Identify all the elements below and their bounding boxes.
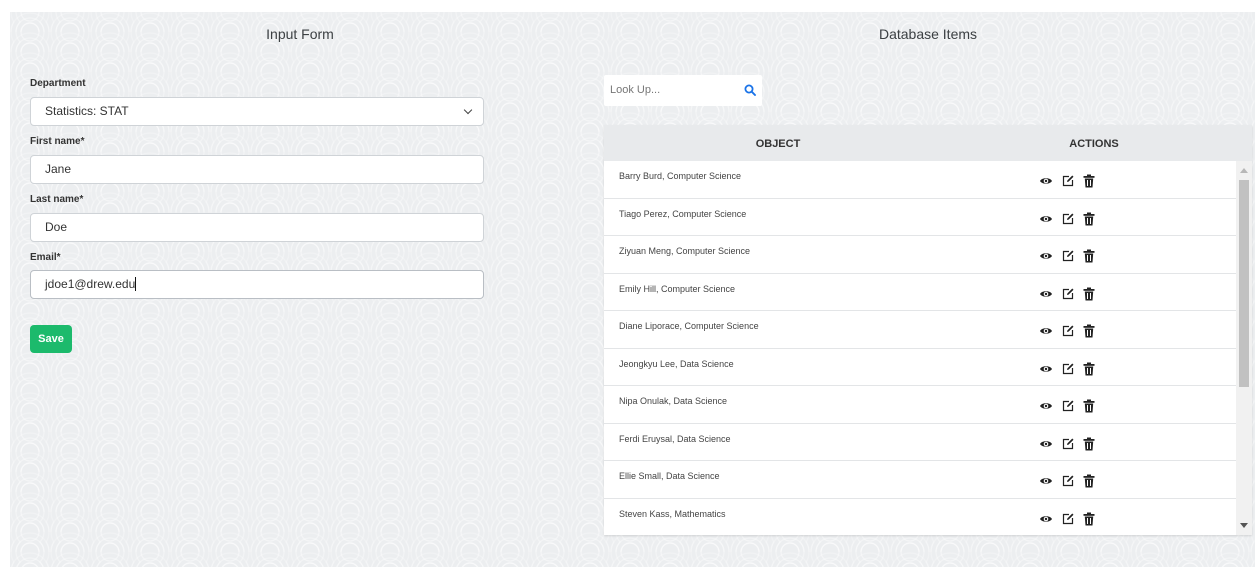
table-row: Ferdi Eruysal, Data Science — [604, 424, 1236, 461]
object-cell: Ellie Small, Data Science — [619, 471, 720, 481]
search-icon[interactable] — [744, 84, 756, 96]
email-label: Email* — [30, 252, 61, 263]
scroll-down-arrow-icon[interactable] — [1240, 523, 1248, 528]
last-name-field[interactable]: Doe — [30, 213, 484, 242]
search-placeholder: Look Up... — [610, 84, 661, 96]
eye-icon[interactable] — [1039, 362, 1053, 376]
chevron-down-icon — [463, 105, 473, 115]
object-cell: Diane Liporace, Computer Science — [619, 321, 759, 331]
table-row: Ziyuan Meng, Computer Science — [604, 236, 1236, 274]
last-name-value: Doe — [45, 220, 68, 234]
table-header: OBJECT ACTIONS — [604, 125, 1252, 161]
eye-icon[interactable] — [1039, 174, 1053, 188]
object-cell: Steven Kass, Mathematics — [619, 508, 726, 519]
save-button[interactable]: Save — [30, 325, 72, 353]
edit-icon[interactable] — [1061, 287, 1075, 301]
edit-icon[interactable] — [1061, 474, 1075, 488]
eye-icon[interactable] — [1039, 512, 1053, 526]
database-table: OBJECT ACTIONS Barry Burd, Computer Scie… — [604, 125, 1252, 535]
eye-icon[interactable] — [1039, 249, 1053, 263]
eye-icon[interactable] — [1039, 324, 1053, 338]
trash-icon[interactable] — [1083, 437, 1095, 451]
first-name-value: Jane — [45, 162, 72, 176]
actions-column-header: ACTIONS — [1069, 138, 1119, 150]
edit-icon[interactable] — [1061, 212, 1075, 226]
table-row: Barry Burd, Computer Science — [604, 161, 1236, 199]
table-row: Diane Liporace, Computer Science — [604, 311, 1236, 349]
edit-icon[interactable] — [1061, 174, 1075, 188]
first-name-field[interactable]: Jane — [30, 155, 484, 184]
trash-icon[interactable] — [1083, 174, 1095, 188]
email-value: jdoe1@drew.edu — [45, 277, 136, 291]
edit-icon[interactable] — [1061, 437, 1075, 451]
table-body: Barry Burd, Computer Science Tiago Perez,… — [604, 161, 1236, 535]
trash-icon[interactable] — [1083, 474, 1095, 488]
edit-icon[interactable] — [1061, 362, 1075, 376]
scroll-up-arrow-icon[interactable] — [1240, 168, 1248, 173]
trash-icon[interactable] — [1083, 399, 1095, 413]
edit-icon[interactable] — [1061, 249, 1075, 263]
trash-icon[interactable] — [1083, 212, 1095, 226]
eye-icon[interactable] — [1039, 212, 1053, 226]
edit-icon[interactable] — [1061, 324, 1075, 338]
department-label: Department — [30, 78, 86, 89]
object-cell: Tiago Perez, Computer Science — [619, 208, 747, 219]
object-column-header: OBJECT — [755, 138, 801, 150]
email-field[interactable]: jdoe1@drew.edu — [30, 270, 484, 299]
text-caret — [135, 277, 137, 291]
object-cell: Emily Hill, Computer Science — [619, 283, 736, 294]
object-cell: Ziyuan Meng, Computer Science — [619, 246, 751, 256]
database-items-heading: Database Items — [878, 26, 978, 42]
table-row: Emily Hill, Computer Science — [604, 274, 1236, 311]
table-row: Ellie Small, Data Science — [604, 461, 1236, 499]
search-input[interactable]: Look Up... — [604, 75, 762, 106]
table-row: Jeongkyu Lee, Data Science — [604, 349, 1236, 386]
object-cell: Barry Burd, Computer Science — [619, 171, 742, 181]
edit-icon[interactable] — [1061, 399, 1075, 413]
input-form-heading: Input Form — [266, 26, 334, 42]
eye-icon[interactable] — [1039, 287, 1053, 301]
trash-icon[interactable] — [1083, 512, 1095, 526]
first-name-label: First name* — [30, 136, 85, 147]
object-cell: Jeongkyu Lee, Data Science — [619, 358, 734, 369]
table-row: Steven Kass, Mathematics — [604, 499, 1236, 536]
last-name-label: Last name* — [30, 194, 84, 205]
trash-icon[interactable] — [1083, 249, 1095, 263]
trash-icon[interactable] — [1083, 324, 1095, 338]
object-cell: Ferdi Eruysal, Data Science — [619, 433, 731, 444]
eye-icon[interactable] — [1039, 437, 1053, 451]
trash-icon[interactable] — [1083, 287, 1095, 301]
department-select[interactable]: Statistics: STAT — [30, 97, 484, 126]
table-row: Tiago Perez, Computer Science — [604, 199, 1236, 236]
table-row: Nipa Onulak, Data Science — [604, 386, 1236, 424]
object-cell: Nipa Onulak, Data Science — [619, 396, 728, 406]
scrollbar-thumb[interactable] — [1239, 180, 1249, 387]
trash-icon[interactable] — [1083, 362, 1095, 376]
edit-icon[interactable] — [1061, 512, 1075, 526]
eye-icon[interactable] — [1039, 474, 1053, 488]
table-scrollbar[interactable] — [1236, 161, 1252, 535]
department-select-value: Statistics: STAT — [45, 104, 129, 118]
eye-icon[interactable] — [1039, 399, 1053, 413]
